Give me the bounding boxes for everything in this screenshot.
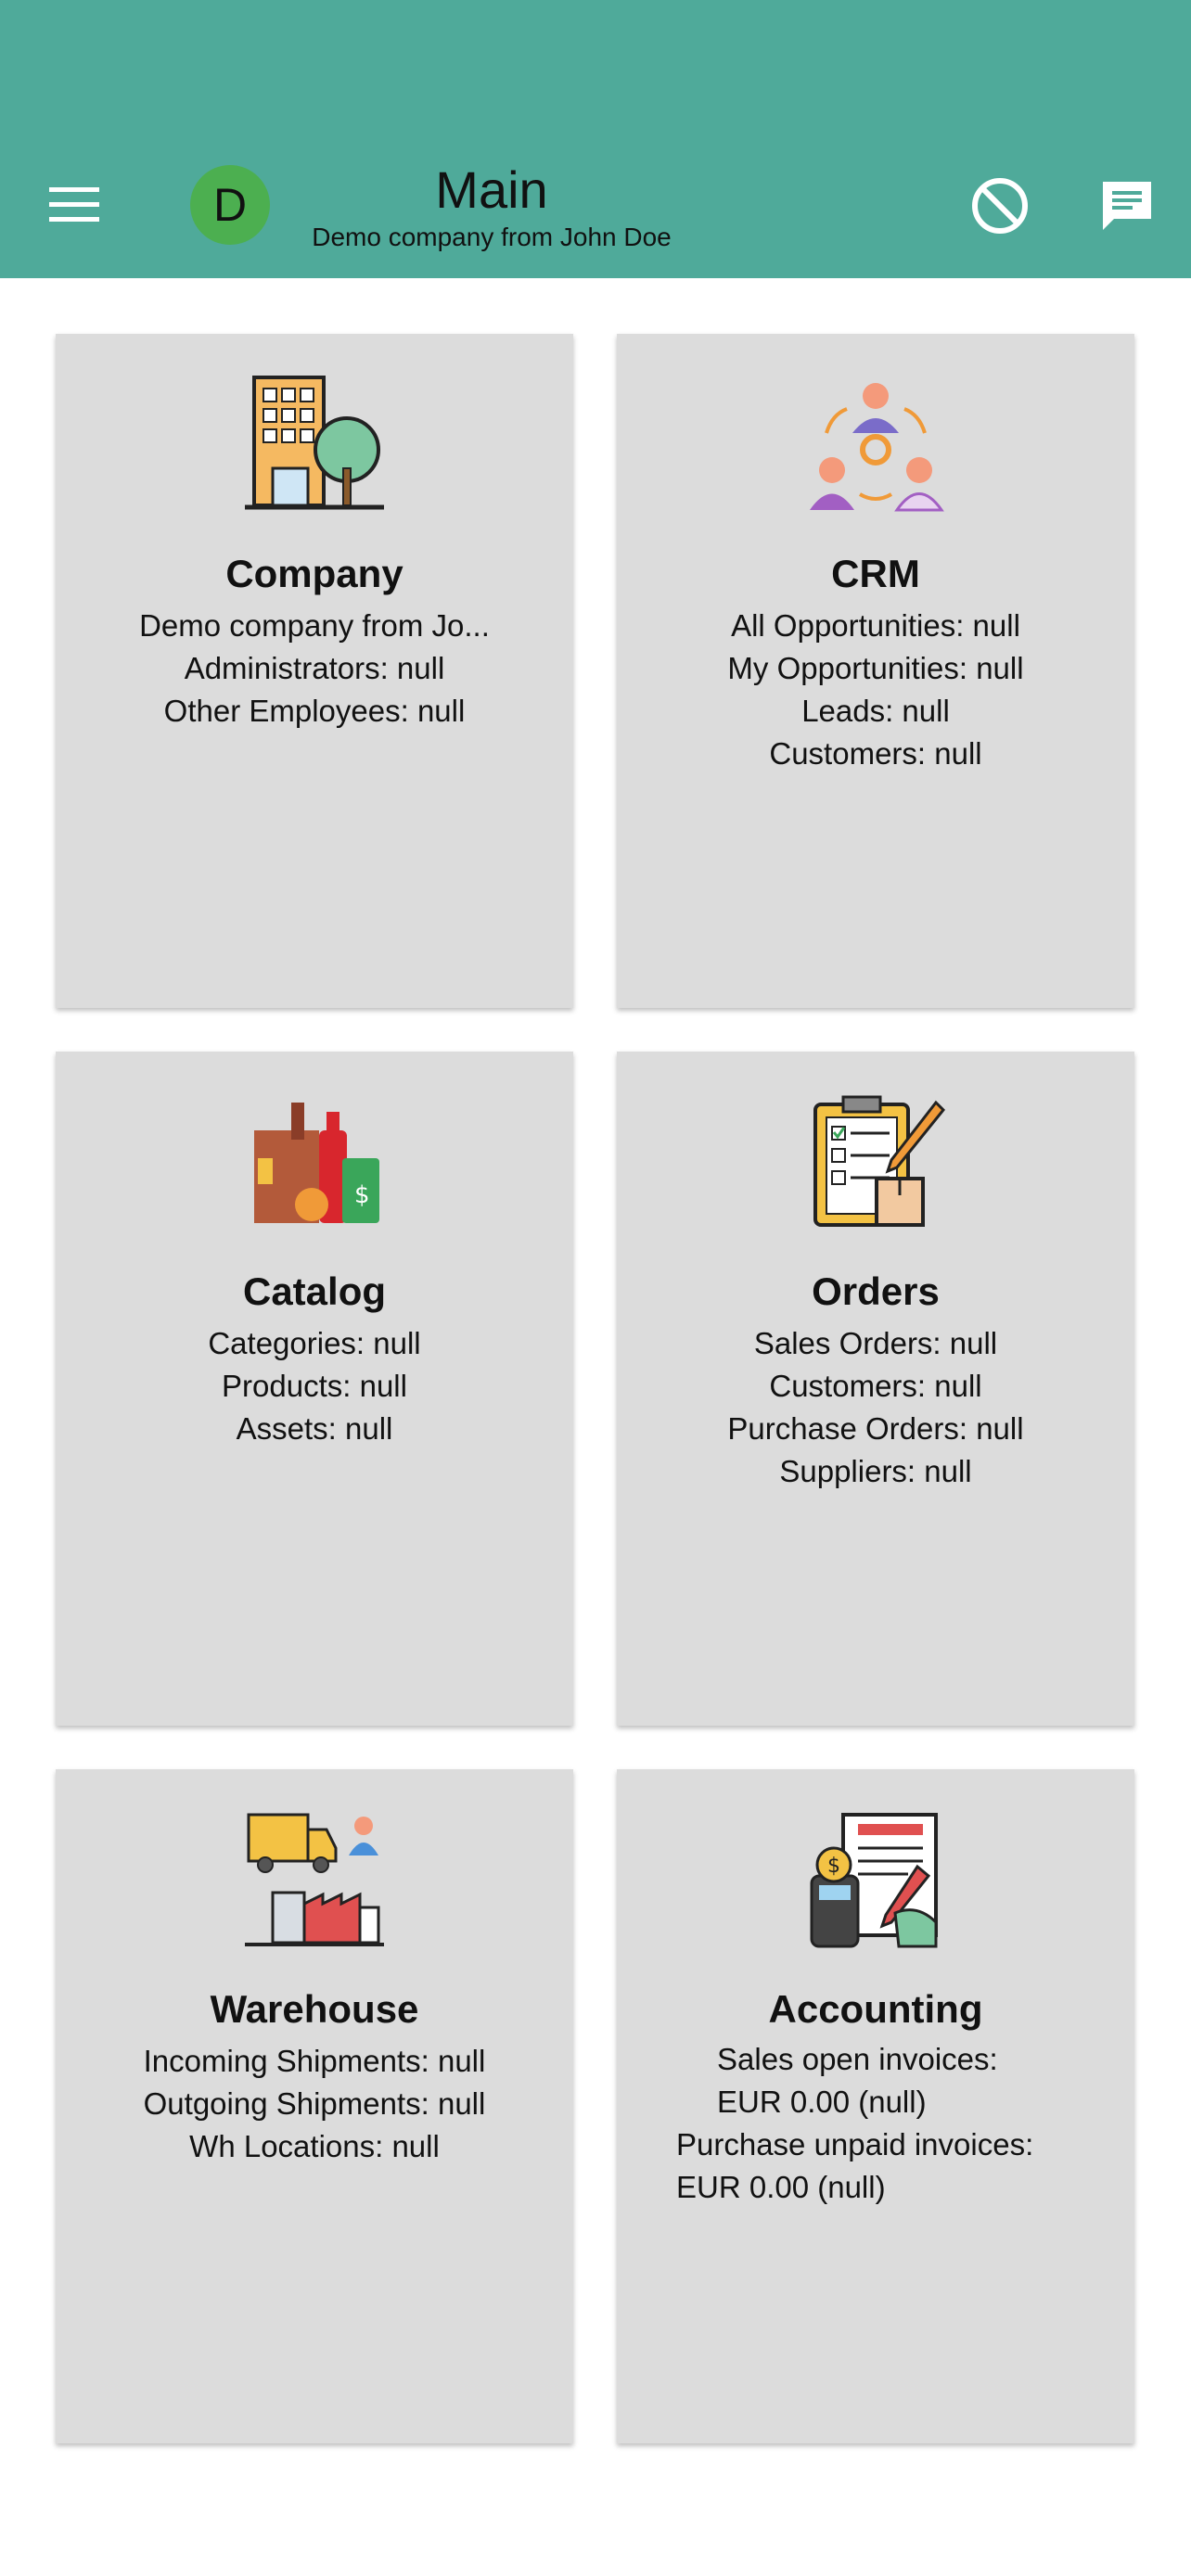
svg-text:$: $ — [354, 1181, 370, 1209]
card-line: EUR 0.00 (null) — [676, 2170, 886, 2204]
card-line: Sales Orders: null — [753, 1326, 998, 1360]
accounting-card[interactable]: $ Accounting Sales open invoices: EUR 0.… — [617, 1769, 1134, 2443]
crm-people-icon — [810, 383, 944, 512]
card-line: Administrators: null — [184, 651, 445, 685]
app-bar: D Main Demo company from John Doe — [0, 0, 1191, 278]
card-line: Demo company from Jo... — [139, 608, 490, 643]
card-line: Other Employees: null — [163, 694, 466, 728]
avatar[interactable]: D — [190, 165, 270, 245]
orders-clipboard-icon — [813, 1095, 945, 1227]
block-icon — [972, 178, 1028, 234]
accounting-invoice-icon: $ — [810, 1813, 938, 1948]
chat-button[interactable] — [1090, 169, 1164, 243]
card-line: EUR 0.00 (null) — [717, 2085, 927, 2119]
card-details: Incoming Shipments: null Outgoing Shipme… — [74, 2040, 555, 2168]
card-details: All Opportunities: null My Opportunities… — [635, 605, 1116, 775]
card-line: Wh Locations: null — [189, 2129, 440, 2163]
card-line: Products: null — [222, 1369, 407, 1403]
card-details: Sales Orders: null Customers: null Purch… — [635, 1322, 1116, 1493]
card-title: Accounting — [768, 1987, 983, 2031]
card-line: Purchase unpaid invoices: — [676, 2127, 1034, 2162]
card-details: Sales open invoices: EUR 0.00 (null) Pur… — [676, 2040, 1116, 2211]
card-details: Demo company from Jo... Administrators: … — [74, 605, 555, 733]
block-button[interactable] — [963, 169, 1037, 243]
card-line: Sales open invoices: — [717, 2042, 998, 2076]
card-title: Orders — [812, 1269, 940, 1313]
card-line: Incoming Shipments: null — [143, 2044, 486, 2078]
card-line: Leads: null — [801, 694, 950, 728]
menu-icon — [49, 187, 99, 222]
company-card[interactable]: Company Demo company from Jo... Administ… — [56, 334, 573, 1008]
card-line: Customers: null — [769, 1369, 982, 1403]
card-line: My Opportunities: null — [727, 651, 1024, 685]
company-subtitle: Demo company from John Doe — [312, 223, 672, 251]
card-line: Suppliers: null — [779, 1454, 972, 1488]
crm-card[interactable]: CRM All Opportunities: null My Opportuni… — [617, 334, 1134, 1008]
card-line: Categories: null — [208, 1326, 421, 1360]
company-building-icon — [245, 376, 384, 510]
orders-card[interactable]: Orders Sales Orders: null Customers: nul… — [617, 1052, 1134, 1726]
page-title: Main — [435, 160, 548, 219]
card-title: Company — [225, 552, 403, 595]
card-line: Purchase Orders: null — [727, 1411, 1024, 1446]
catalog-products-icon: $ — [254, 1103, 379, 1223]
card-line: All Opportunities: null — [731, 608, 1020, 643]
catalog-card[interactable]: $ Catalog Categories: null Products: nul… — [56, 1052, 573, 1726]
card-details: Categories: null Products: null Assets: … — [74, 1322, 555, 1450]
warehouse-card[interactable]: Warehouse Incoming Shipments: null Outgo… — [56, 1769, 573, 2443]
card-line: Outgoing Shipments: null — [143, 2086, 486, 2121]
card-title: CRM — [831, 552, 920, 595]
menu-button[interactable] — [37, 167, 111, 241]
card-line: Customers: null — [769, 736, 982, 771]
card-line: Assets: null — [236, 1411, 393, 1446]
chat-icon — [1103, 182, 1151, 230]
svg-text:$: $ — [827, 1855, 840, 1878]
warehouse-truck-icon — [245, 1813, 384, 1946]
card-title: Catalog — [242, 1269, 386, 1313]
card-title: Warehouse — [210, 1987, 419, 2031]
